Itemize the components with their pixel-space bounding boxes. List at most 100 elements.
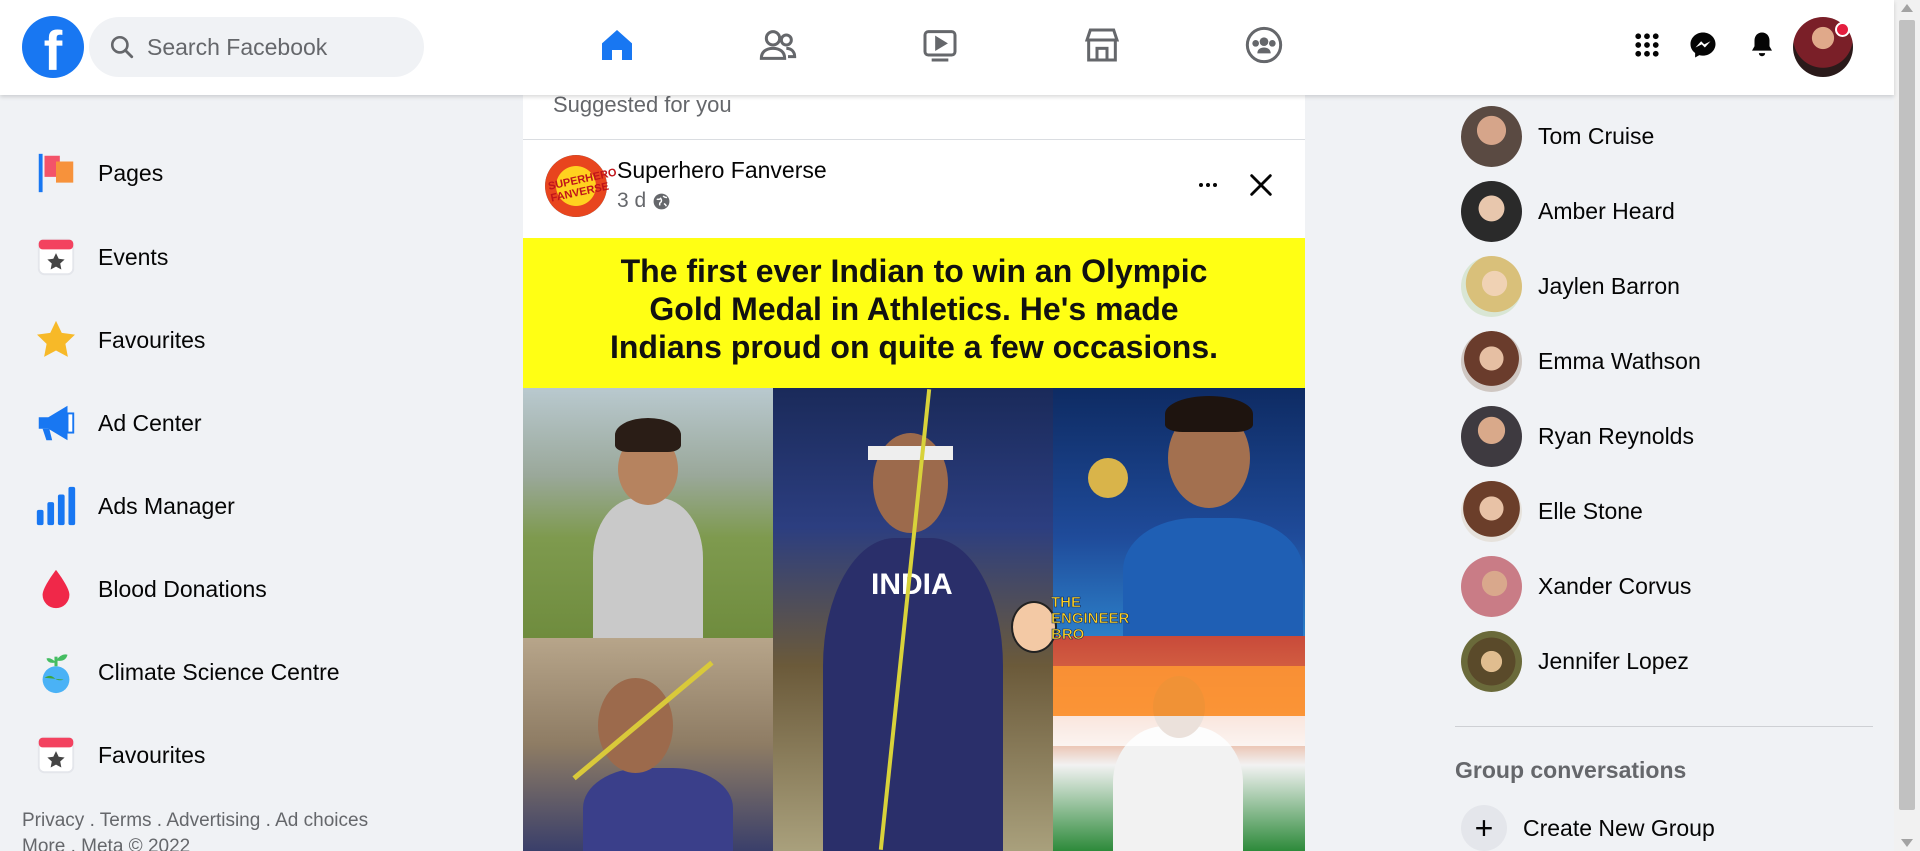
blood-drop-icon	[30, 563, 82, 615]
contact-item[interactable]: Tom Cruise	[1461, 103, 1654, 169]
scrollbar-thumb[interactable]	[1899, 20, 1915, 810]
post-timestamp[interactable]: 3 d	[617, 189, 671, 213]
facebook-logo-icon[interactable]: f	[22, 16, 84, 78]
nav-home-tab[interactable]	[592, 20, 642, 70]
top-navigation-bar: f	[0, 0, 1894, 95]
hide-post-button[interactable]	[1241, 165, 1281, 205]
menu-grid-icon	[1635, 33, 1659, 57]
watch-icon	[923, 30, 957, 62]
menu-button[interactable]	[1624, 22, 1670, 68]
contact-avatar	[1461, 630, 1522, 692]
contact-avatar	[1461, 105, 1522, 167]
contact-avatar	[1461, 330, 1522, 392]
post-photo-5[interactable]	[1053, 636, 1305, 851]
home-icon	[602, 30, 632, 60]
page-scrollbar[interactable]	[1894, 0, 1920, 851]
messenger-icon	[1690, 32, 1716, 58]
globe-icon	[653, 193, 670, 209]
marketplace-icon	[1084, 28, 1120, 62]
contact-item[interactable]: Jennifer Lopez	[1461, 628, 1689, 694]
create-new-group-label: Create New Group	[1523, 814, 1715, 841]
engineer-bro-watermark: THE ENGINEER BRO	[1011, 594, 1130, 659]
contact-avatar	[1461, 255, 1522, 317]
sidebar-item-label: Ads Manager	[98, 492, 235, 519]
sidebar-item-pages[interactable]: Pages	[30, 143, 163, 203]
suggested-for-you-label: Suggested for you	[523, 95, 1305, 140]
page-avatar-text: SUPERHERO FANVERSE	[547, 166, 618, 205]
contact-avatar	[1461, 405, 1522, 467]
search-icon	[110, 35, 134, 59]
nav-watch-tab[interactable]	[915, 20, 965, 70]
sidebar-item-favourites[interactable]: Favourites	[30, 310, 205, 370]
bar-chart-icon	[30, 480, 82, 532]
footer-terms-link[interactable]: Terms	[100, 810, 152, 831]
post-photo-1[interactable]	[523, 388, 773, 638]
footer-separator: .	[65, 836, 82, 851]
nav-groups-tab[interactable]	[1239, 20, 1289, 70]
contact-name: Tom Cruise	[1538, 122, 1655, 149]
sidebar-item-blood-donations[interactable]: Blood Donations	[30, 559, 267, 619]
contact-name: Elle Stone	[1538, 497, 1643, 524]
groups-icon	[1245, 26, 1283, 64]
feed-post-card: Suggested for you SUPERHERO FANVERSE Sup…	[523, 95, 1305, 851]
friends-icon	[759, 30, 797, 60]
scroll-up-arrow-icon[interactable]	[1901, 4, 1913, 12]
bell-icon	[1752, 32, 1772, 57]
post-page-name[interactable]: Superhero Fanverse	[617, 157, 827, 184]
contact-item[interactable]: Ryan Reynolds	[1461, 403, 1694, 469]
banner-text-line: Indians proud on quite a few occasions.	[609, 329, 1219, 365]
search-box[interactable]	[89, 17, 424, 77]
contact-item[interactable]: Jaylen Barron	[1461, 253, 1680, 319]
messenger-button[interactable]	[1680, 22, 1726, 68]
create-new-group-button[interactable]: + Create New Group	[1461, 805, 1715, 851]
contact-item[interactable]: Amber Heard	[1461, 178, 1675, 244]
nav-marketplace-tab[interactable]	[1077, 20, 1127, 70]
footer-separator: .	[84, 810, 100, 831]
sidebar-item-ads-manager[interactable]: Ads Manager	[30, 476, 235, 536]
footer-privacy-link[interactable]: Privacy	[22, 810, 84, 831]
sidebar-item-climate-science-centre[interactable]: Climate Science Centre	[30, 642, 340, 702]
footer-more-link[interactable]: More	[22, 836, 65, 851]
contact-name: Jaylen Barron	[1538, 272, 1680, 299]
contact-name: Amber Heard	[1538, 197, 1675, 224]
sidebar-item-favourites-2[interactable]: Favourites	[30, 725, 205, 785]
post-photo-4[interactable]	[523, 638, 773, 851]
post-options-button[interactable]	[1188, 165, 1228, 205]
search-input[interactable]	[147, 33, 397, 61]
footer-meta-copyright: Meta © 2022	[81, 836, 191, 851]
star-icon	[30, 314, 82, 366]
contact-item[interactable]: Elle Stone	[1461, 478, 1643, 544]
post-image-banner: The first ever Indian to win an Olympic …	[523, 238, 1305, 388]
contact-name: Xander Corvus	[1538, 572, 1692, 599]
sidebar-item-label: Favourites	[98, 326, 206, 353]
sidebar-item-label: Events	[98, 243, 169, 270]
scroll-down-arrow-icon[interactable]	[1901, 839, 1913, 847]
footer-links: Privacy . Terms . Advertising . Ad choic…	[22, 808, 402, 851]
notifications-button[interactable]	[1739, 22, 1785, 68]
sidebar-item-ad-center[interactable]: Ad Center	[30, 393, 202, 453]
contact-name: Ryan Reynolds	[1538, 422, 1694, 449]
pages-flag-icon	[30, 147, 82, 199]
footer-separator: .	[151, 810, 167, 831]
footer-separator: .	[260, 810, 276, 831]
more-dots-icon	[1199, 183, 1217, 187]
globe-plant-icon	[30, 646, 82, 698]
sidebar-item-label: Favourites	[98, 741, 206, 768]
contact-item[interactable]: Emma Wathson	[1461, 328, 1701, 394]
post-time-text: 3 d	[617, 189, 647, 212]
sidebar-item-label: Ad Center	[98, 409, 202, 436]
banner-text-line: Gold Medal in Athletics. He's made	[649, 291, 1179, 327]
plus-icon: +	[1461, 805, 1507, 851]
sidebar-item-label: Climate Science Centre	[98, 658, 340, 685]
footer-ad-choices-link[interactable]: Ad choices	[275, 810, 368, 831]
footer-advertising-link[interactable]: Advertising	[166, 810, 260, 831]
contact-avatar	[1461, 180, 1522, 242]
sidebar-item-label: Blood Donations	[98, 575, 267, 602]
contact-name: Jennifer Lopez	[1538, 647, 1689, 674]
sidebar-item-events[interactable]: Events	[30, 227, 168, 287]
contact-item[interactable]: Xander Corvus	[1461, 553, 1691, 619]
banner-text-line: The first ever Indian to win an Olympic	[620, 253, 1208, 289]
contact-avatar	[1461, 480, 1522, 542]
page-avatar[interactable]: SUPERHERO FANVERSE	[545, 155, 618, 217]
nav-friends-tab[interactable]	[753, 20, 803, 70]
